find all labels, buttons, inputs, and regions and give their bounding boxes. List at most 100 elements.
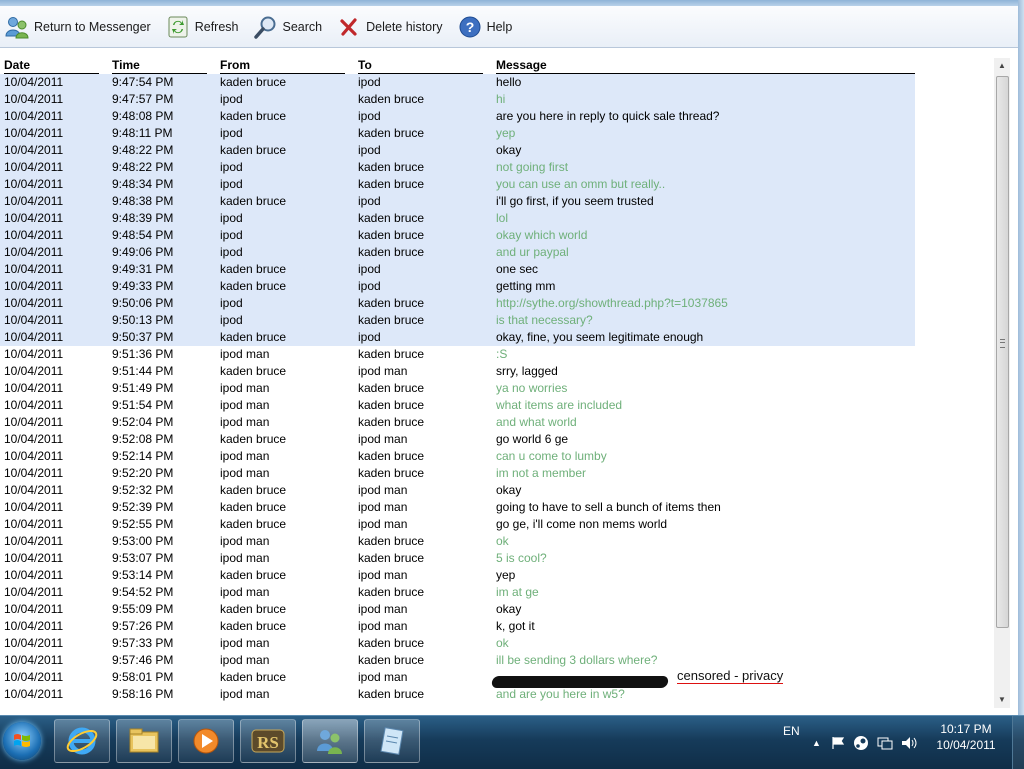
- table-row[interactable]: 10/04/2011 9:48:22 PM ipod kaden bruce not g…: [0, 159, 994, 176]
- table-row[interactable]: 10/04/2011 9:53:00 PM ipod man kaden bruce o…: [0, 533, 994, 550]
- notepad-icon[interactable]: [364, 719, 420, 763]
- table-row[interactable]: 10/04/2011 9:53:14 PM kaden bruce ipod man y…: [0, 567, 994, 584]
- cell-from: kaden bruce: [220, 143, 287, 157]
- help-button[interactable]: ? Help: [457, 12, 521, 42]
- start-button[interactable]: [3, 722, 41, 760]
- network-icon[interactable]: [877, 736, 893, 750]
- cell-message: http://sythe.org/showthread.php?t=103786…: [496, 296, 728, 310]
- table-row[interactable]: 10/04/2011 9:57:26 PM kaden bruce ipod man k…: [0, 618, 994, 635]
- cell-to: kaden bruce: [358, 415, 425, 429]
- table-row[interactable]: 10/04/2011 9:48:22 PM kaden bruce ipod okay: [0, 142, 994, 159]
- cell-from: ipod: [220, 126, 243, 140]
- cell-date: 10/04/2011: [4, 228, 64, 242]
- cell-message: srry, lagged: [496, 364, 558, 378]
- table-row[interactable]: 10/04/2011 9:52:04 PM ipod man kaden bruce a…: [0, 414, 994, 431]
- table-row[interactable]: 10/04/2011 9:51:44 PM kaden bruce ipod man s…: [0, 363, 994, 380]
- cell-time: 9:48:38 PM: [112, 194, 174, 208]
- cell-from: ipod man: [220, 415, 270, 429]
- column-header-from[interactable]: From: [220, 58, 345, 74]
- cell-time: 9:49:33 PM: [112, 279, 174, 293]
- system-clock[interactable]: 10:17 PM 10/04/2011: [928, 721, 1004, 753]
- table-row[interactable]: 10/04/2011 9:54:52 PM ipod man kaden bruce i…: [0, 584, 994, 601]
- cell-message: and ur paypal: [496, 245, 569, 259]
- table-row[interactable]: 10/04/2011 9:50:06 PM ipod kaden bruce http:…: [0, 295, 994, 312]
- vertical-scrollbar[interactable]: ▲ ▼: [994, 58, 1010, 708]
- cell-to: kaden bruce: [358, 534, 425, 548]
- show-hidden-icons-arrow-icon[interactable]: ▲: [812, 738, 821, 748]
- table-row[interactable]: 10/04/2011 9:48:11 PM ipod kaden bruce yep: [0, 125, 994, 142]
- table-row[interactable]: 10/04/2011 9:47:57 PM ipod kaden bruce hi: [0, 91, 994, 108]
- refresh-button[interactable]: Refresh: [165, 12, 247, 42]
- table-row[interactable]: 10/04/2011 9:57:46 PM ipod man kaden bruce i…: [0, 652, 994, 669]
- cell-message: is that necessary?: [496, 313, 593, 327]
- table-row[interactable]: 10/04/2011 9:49:06 PM ipod kaden bruce and u…: [0, 244, 994, 261]
- column-header-time[interactable]: Time: [112, 58, 207, 74]
- cell-to: ipod man: [358, 483, 408, 497]
- table-row[interactable]: 10/04/2011 9:51:49 PM ipod man kaden bruce y…: [0, 380, 994, 397]
- table-row[interactable]: 10/04/2011 9:57:33 PM ipod man kaden bruce o…: [0, 635, 994, 652]
- table-row[interactable]: 10/04/2011 9:48:54 PM ipod kaden bruce okay …: [0, 227, 994, 244]
- cell-from: kaden bruce: [220, 432, 287, 446]
- cell-to: kaden bruce: [358, 160, 425, 174]
- table-row[interactable]: 10/04/2011 9:50:13 PM ipod kaden bruce is th…: [0, 312, 994, 329]
- table-row[interactable]: 10/04/2011 9:48:34 PM ipod kaden bruce you c…: [0, 176, 994, 193]
- action-center-flag-icon[interactable]: [831, 736, 845, 750]
- table-row[interactable]: 10/04/2011 9:52:08 PM kaden bruce ipod man g…: [0, 431, 994, 448]
- table-row[interactable]: 10/04/2011 9:48:38 PM kaden bruce ipod i'll …: [0, 193, 994, 210]
- table-row[interactable]: 10/04/2011 9:49:31 PM kaden bruce ipod one s…: [0, 261, 994, 278]
- scroll-down-arrow-icon[interactable]: ▼: [994, 692, 1010, 708]
- table-row[interactable]: 10/04/2011 9:52:55 PM kaden bruce ipod man g…: [0, 516, 994, 533]
- table-row[interactable]: 10/04/2011 9:55:09 PM kaden bruce ipod man o…: [0, 601, 994, 618]
- column-header-to[interactable]: To: [358, 58, 483, 74]
- table-row[interactable]: 10/04/2011 9:50:37 PM kaden bruce ipod okay,…: [0, 329, 994, 346]
- cell-to: kaden bruce: [358, 211, 425, 225]
- cell-from: kaden bruce: [220, 194, 287, 208]
- cell-to: kaden bruce: [358, 228, 425, 242]
- table-row[interactable]: 10/04/2011 9:49:33 PM kaden bruce ipod getti…: [0, 278, 994, 295]
- table-row[interactable]: 10/04/2011 9:52:32 PM kaden bruce ipod man o…: [0, 482, 994, 499]
- column-header-message[interactable]: Message: [496, 58, 915, 74]
- cell-to: kaden bruce: [358, 381, 425, 395]
- scrollbar-thumb[interactable]: [996, 76, 1009, 628]
- cell-from: kaden bruce: [220, 330, 287, 344]
- messenger-icon[interactable]: [302, 719, 358, 763]
- cell-to: kaden bruce: [358, 466, 425, 480]
- cell-time: 9:49:31 PM: [112, 262, 174, 276]
- table-row[interactable]: 10/04/2011 9:51:54 PM ipod man kaden bruce w…: [0, 397, 994, 414]
- cell-from: ipod man: [220, 466, 270, 480]
- column-header-date[interactable]: Date: [4, 58, 99, 74]
- cell-to: ipod man: [358, 602, 408, 616]
- cell-time: 9:50:06 PM: [112, 296, 174, 310]
- table-row[interactable]: 10/04/2011 9:58:16 PM ipod man kaden bruce a…: [0, 686, 994, 703]
- table-row[interactable]: 10/04/2011 9:53:07 PM ipod man kaden bruce 5…: [0, 550, 994, 567]
- return-to-messenger-button[interactable]: Return to Messenger: [4, 12, 159, 42]
- table-row[interactable]: 10/04/2011 9:48:08 PM kaden bruce ipod are y…: [0, 108, 994, 125]
- censored-annotation: censored - privacy: [677, 668, 784, 684]
- table-row[interactable]: 10/04/2011 9:52:14 PM ipod man kaden bruce c…: [0, 448, 994, 465]
- language-indicator[interactable]: EN: [783, 724, 800, 738]
- cell-time: 9:50:37 PM: [112, 330, 174, 344]
- cell-message: you can use an omm but really..: [496, 177, 666, 191]
- show-desktop-button[interactable]: [1012, 716, 1024, 769]
- explorer-icon[interactable]: [116, 719, 172, 763]
- search-button[interactable]: Search: [253, 12, 331, 42]
- volume-icon[interactable]: [901, 736, 919, 750]
- runescape-icon[interactable]: RS: [240, 719, 296, 763]
- delete-history-button[interactable]: Delete history: [336, 12, 450, 42]
- internet-explorer-icon[interactable]: [54, 719, 110, 763]
- table-row[interactable]: 10/04/2011 9:47:54 PM kaden bruce ipod hello: [0, 74, 994, 91]
- table-row[interactable]: 10/04/2011 9:52:20 PM ipod man kaden bruce i…: [0, 465, 994, 482]
- steam-icon[interactable]: [853, 735, 869, 751]
- cell-time: 9:48:54 PM: [112, 228, 174, 242]
- media-player-icon[interactable]: [178, 719, 234, 763]
- table-row[interactable]: 10/04/2011 9:51:36 PM ipod man kaden bruce:…: [0, 346, 994, 363]
- cell-date: 10/04/2011: [4, 143, 64, 157]
- cell-from: ipod: [220, 177, 243, 191]
- cell-date: 10/04/2011: [4, 296, 64, 310]
- cell-to: ipod: [358, 194, 381, 208]
- table-row[interactable]: 10/04/2011 9:48:39 PM ipod kaden bruce lol: [0, 210, 994, 227]
- scroll-up-arrow-icon[interactable]: ▲: [994, 58, 1010, 74]
- cell-from: ipod man: [220, 551, 270, 565]
- cell-date: 10/04/2011: [4, 636, 64, 650]
- table-row[interactable]: 10/04/2011 9:52:39 PM kaden bruce ipod man g…: [0, 499, 994, 516]
